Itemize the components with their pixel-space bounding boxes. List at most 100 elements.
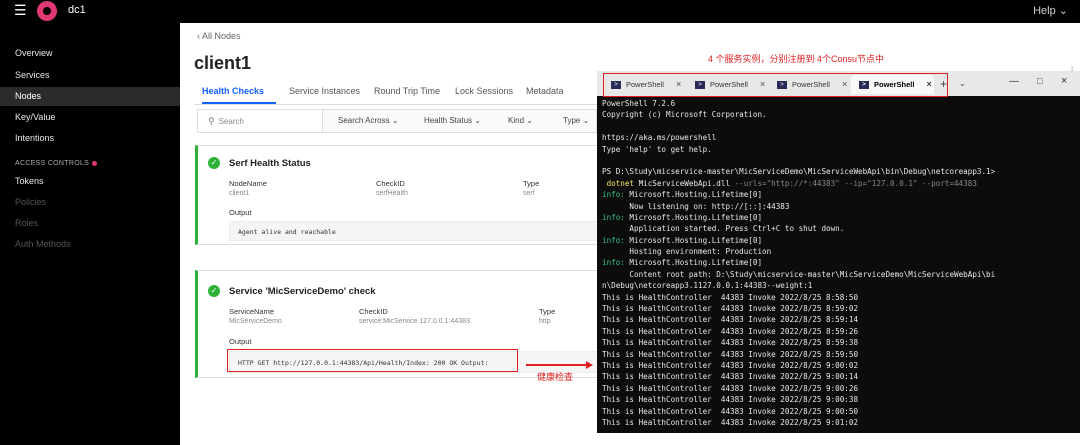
check-id-value: serfHealth xyxy=(376,190,408,197)
terminal-line: Content root path: D:\Study\micservice-m… xyxy=(602,269,996,279)
access-controls-label: ACCESS CONTROLS xyxy=(15,160,90,167)
sidebar-item-key-value[interactable]: Key/Value xyxy=(15,112,55,122)
terminal-line: Copyright (c) Microsoft Corporation. xyxy=(602,110,767,120)
type-dropdown[interactable]: Type ⌄ xyxy=(563,116,589,125)
instances-annotation: 4 个服务实例，分别注册到 4个Consu节点中 xyxy=(708,54,885,64)
service-name-value: MicServiceDemo xyxy=(229,318,282,325)
sidebar: Overview Services Nodes Key/Value Intent… xyxy=(0,23,180,445)
check-title: Serf Health Status xyxy=(229,158,311,169)
tab-health-checks[interactable]: Health Checks xyxy=(202,86,264,96)
datacenter-selector[interactable]: dc1 xyxy=(68,4,86,16)
log-level: info: xyxy=(602,190,625,200)
terminal-line: This is HealthController 44383 Invoke 20… xyxy=(602,304,859,314)
terminal-line: This is HealthController 44383 Invoke 20… xyxy=(602,360,859,370)
terminal-line: This is HealthController 44383 Invoke 20… xyxy=(602,417,859,427)
check-id-value: service:MicService 127.0.0.1:44383 xyxy=(359,318,470,325)
breadcrumb[interactable]: ‹ All Nodes xyxy=(197,31,241,41)
access-controls-heading: ACCESS CONTROLS xyxy=(15,160,98,167)
terminal-line: This is HealthController 44383 Invoke 20… xyxy=(602,315,859,325)
terminal-output[interactable]: PowerShell 7.2.6 Copyright (c) Microsoft … xyxy=(602,98,1077,431)
tab-service-instances[interactable]: Service Instances xyxy=(289,86,360,96)
health-check-annotation: 健康检查 xyxy=(537,372,574,382)
terminal-line: This is HealthController 44383 Invoke 20… xyxy=(602,349,859,359)
terminal-line: Hosting environment: Production xyxy=(602,247,772,257)
search-placeholder: Search xyxy=(218,117,244,126)
search-input[interactable]: ⚲ Search xyxy=(198,110,323,132)
terminal-line: Application started. Press Ctrl+C to shu… xyxy=(602,224,845,234)
type-value: serf xyxy=(523,190,535,197)
chevron-down-icon: ⌄ xyxy=(1058,5,1068,17)
health-check-card: ✓ Serf Health Status NodeName client1 Ch… xyxy=(195,145,615,245)
status-dot-icon xyxy=(92,160,98,166)
maximize-icon[interactable]: □ xyxy=(1037,76,1042,86)
log-level: info: xyxy=(602,258,625,268)
tab-lock-sessions[interactable]: Lock Sessions xyxy=(455,86,513,96)
terminal-line: dotnet MicServiceWebApi.dll --urls="http… xyxy=(602,178,1077,189)
terminal-line: This is HealthController 44383 Invoke 20… xyxy=(602,406,859,416)
menu-icon[interactable]: ☰ xyxy=(14,2,27,19)
close-window-icon[interactable]: × xyxy=(1061,75,1067,87)
terminal-line: This is HealthController 44383 Invoke 20… xyxy=(602,326,859,336)
terminal-line: This is HealthController 44383 Invoke 20… xyxy=(602,292,859,302)
sidebar-item-overview[interactable]: Overview xyxy=(15,48,53,58)
filter-bar: ⚲ Search Search Across ⌄ Health Status ⌄ … xyxy=(197,109,597,133)
node-name-label: NodeName xyxy=(229,179,267,188)
terminal-line: This is HealthController 44383 Invoke 20… xyxy=(602,372,859,382)
type-label: Type xyxy=(563,116,581,125)
output-label: Output xyxy=(229,337,252,346)
chevron-down-icon[interactable]: ⌄ xyxy=(959,79,966,88)
terminal-line: info: Microsoft.Hosting.Lifetime[0] xyxy=(602,235,1077,246)
terminal-line: https://aka.ms/powershell xyxy=(602,133,717,143)
chevron-left-icon: ‹ xyxy=(197,31,200,41)
kind-dropdown[interactable]: Kind ⌄ xyxy=(508,116,533,125)
chevron-down-icon: ⌄ xyxy=(474,116,481,125)
consul-logo-icon[interactable] xyxy=(37,1,57,21)
terminal-line: Type 'help' to get help. xyxy=(602,144,712,154)
passing-check-icon: ✓ xyxy=(208,285,220,297)
log-text: Microsoft.Hosting.Lifetime[0] xyxy=(624,235,763,245)
help-menu[interactable]: Help ⌄ xyxy=(1033,4,1068,17)
command-options: --urls="http://*:44383" --ip="127.0.0.1"… xyxy=(730,178,977,188)
breadcrumb-label: All Nodes xyxy=(202,31,241,41)
minimize-icon[interactable]: — xyxy=(1009,76,1019,87)
chevron-down-icon: ⌄ xyxy=(526,116,533,125)
sidebar-item-nodes[interactable]: Nodes xyxy=(0,87,180,106)
health-status-dropdown[interactable]: Health Status ⌄ xyxy=(424,116,481,125)
terminal-line: info: Microsoft.Hosting.Lifetime[0] xyxy=(602,212,1077,223)
terminal-line: info: Microsoft.Hosting.Lifetime[0] xyxy=(602,257,1077,268)
log-text: Microsoft.Hosting.Lifetime[0] xyxy=(624,258,763,268)
sidebar-item-auth-methods: Auth Methods xyxy=(15,239,71,249)
help-label: Help xyxy=(1033,5,1056,17)
kind-label: Kind xyxy=(508,116,525,125)
health-status-label: Health Status xyxy=(424,116,473,125)
terminal-line: This is HealthController 44383 Invoke 20… xyxy=(602,338,859,348)
tab-metadata[interactable]: Metadata xyxy=(526,86,564,96)
terminal-line: info: Microsoft.Hosting.Lifetime[0] xyxy=(602,189,1077,200)
arrow-head-icon xyxy=(586,361,593,369)
command-arg: MicServiceWebApi.dll xyxy=(634,178,731,188)
passing-check-icon: ✓ xyxy=(208,157,220,169)
check-id-label: CheckID xyxy=(359,307,388,316)
sidebar-item-tokens[interactable]: Tokens xyxy=(15,176,44,186)
tab-round-trip-time[interactable]: Round Trip Time xyxy=(374,86,440,96)
command-name: dotnet xyxy=(602,178,635,188)
active-tab-indicator xyxy=(202,102,276,104)
sidebar-item-services[interactable]: Services xyxy=(15,70,50,80)
sidebar-item-intentions[interactable]: Intentions xyxy=(15,133,54,143)
page-title: client1 xyxy=(194,53,252,73)
check-output: Agent alive and reachable xyxy=(229,221,609,241)
powershell-window: > PowerShell × > PowerShell × > PowerShell × >… xyxy=(597,71,1080,433)
log-text: Microsoft.Hosting.Lifetime[0] xyxy=(624,212,763,222)
terminal-line: n\Debug\netcoreapp3.1127.0.0.1:44383--we… xyxy=(602,281,813,291)
output-label: Output xyxy=(229,208,252,217)
log-level: info: xyxy=(602,212,625,222)
tab-bar: Health Checks Service Instances Round Tr… xyxy=(194,83,614,105)
check-title: Service 'MicServiceDemo' check xyxy=(229,286,376,297)
node-name-value: client1 xyxy=(229,190,250,197)
check-id-label: CheckID xyxy=(376,179,405,188)
annotation-arrow xyxy=(526,364,586,366)
search-across-dropdown[interactable]: Search Across ⌄ xyxy=(338,116,399,125)
output-highlight-box xyxy=(227,349,518,372)
